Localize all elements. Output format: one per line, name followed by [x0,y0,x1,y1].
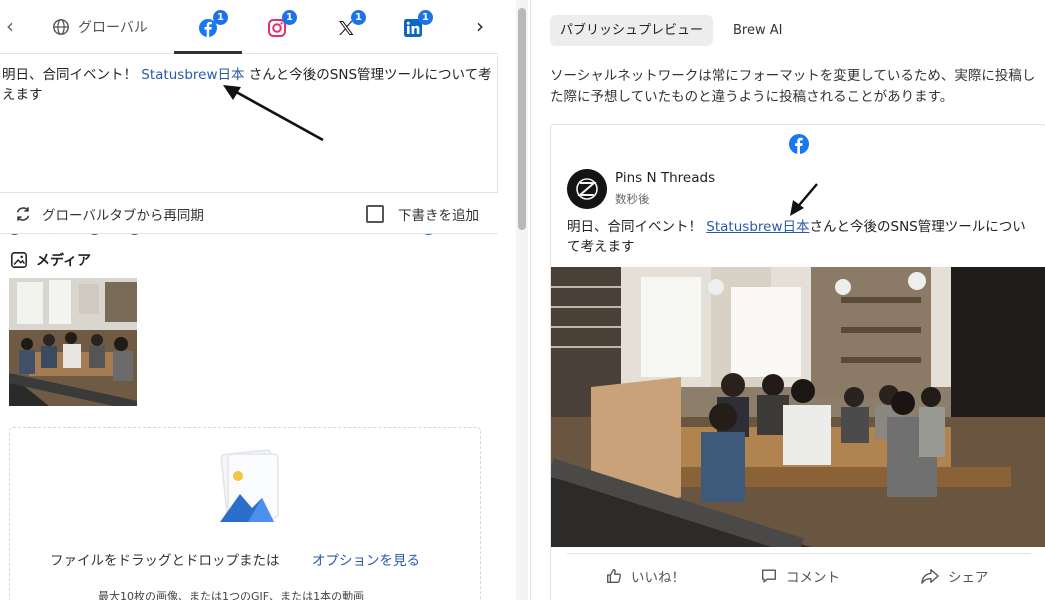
thumbs-up-icon [607,569,622,583]
x-badge: 1 [351,10,366,25]
page-avatar [567,169,607,209]
facebook-badge: 1 [213,10,228,25]
add-draft-checkbox[interactable] [366,205,384,223]
dropzone-text: ファイルをドラッグとドロップまたは [50,553,280,569]
sync-icon [16,207,30,221]
media-dropzone[interactable]: ファイルをドラッグとドロップまたは オプションを見る 最大10枚の画像、または1… [9,427,481,600]
post-editor[interactable]: 明日、合同イベント！ Statusbrew日本 さんと今後のSNS管理ツールにつ… [0,56,498,235]
editor-text-before: 明日、合同イベント！ [2,67,142,83]
composer-window: ‹ グローバル 1 1 1 1 › 明日、合同イベント！ Statusbrew日… [0,0,1045,600]
view-options-link[interactable]: オプションを見る [312,549,420,569]
editor-mention[interactable]: Statusbrew日本 [141,67,244,83]
share-label: シェア [948,570,989,586]
post-editor-text[interactable]: 明日、合同イベント！ Statusbrew日本 さんと今後のSNS管理ツールにつ… [2,65,496,105]
globe-icon [53,19,69,35]
post-image [551,267,1045,547]
page-name: Pins N Threads [615,170,716,186]
tab-global-label: グローバル [78,20,148,36]
post-actions-bar: いいね！ コメント シェア [567,553,1031,593]
upload-illustration-icon [210,444,290,524]
tab-linkedin[interactable]: 1 [400,10,433,41]
like-button[interactable]: いいね！ [605,566,685,586]
resync-label: グローバルタブから再同期 [42,208,204,224]
tab-facebook[interactable]: 1 [195,10,228,41]
network-tabs: ‹ グローバル 1 1 1 1 › [0,0,498,54]
dropzone-limit-text: 最大10枚の画像、または1つのGIF、または1本の動画 [98,590,365,600]
comment-label: コメント [786,570,840,586]
tabs-scroll-left-button[interactable]: ‹ [0,14,22,38]
preview-description: ソーシャルネットワークは常にフォーマットを変更しているため、実際に投稿した際に予… [550,68,1036,105]
tab-instagram[interactable]: 1 [264,10,297,41]
post-timestamp: 数秒後 [615,192,650,206]
resync-global-button[interactable]: グローバルタブから再同期 [14,204,204,224]
add-draft-toggle[interactable]: 下書きを追加 [366,204,479,224]
tab-global[interactable]: グローバル [52,13,148,41]
image-icon [11,252,27,268]
media-title-label: メディア [36,253,92,269]
tab-brew-ai[interactable]: Brew AI [733,15,782,46]
comment-button[interactable]: コメント [760,566,840,586]
composer-pane: ‹ グローバル 1 1 1 1 › 明日、合同イベント！ Statusbrew日… [0,0,515,600]
media-thumbnail[interactable] [9,278,137,406]
linkedin-badge: 1 [418,10,433,25]
post-text-before: 明日、合同イベント！ [567,219,707,235]
add-draft-label: 下書きを追加 [398,208,479,224]
facebook-preview-card: Pins N Threads 数秒後 明日、合同イベント！ Statusbrew… [550,124,1045,600]
sync-row: グローバルタブから再同期 下書きを追加 [0,192,498,234]
preview-post-text: 明日、合同イベント！ Statusbrew日本さんと今後のSNS管理ツールについ… [567,217,1037,257]
comment-icon [762,569,776,583]
active-tab-indicator [174,51,242,54]
composer-scrollbar[interactable] [516,0,528,600]
share-arrow-icon [921,569,939,584]
media-section-title: メディア [10,250,91,270]
like-label: いいね！ [631,570,685,586]
tab-publish-preview[interactable]: パブリッシュプレビュー [550,15,714,46]
facebook-icon [789,134,809,154]
tab-x[interactable]: 1 [333,10,366,41]
share-button[interactable]: シェア [920,566,989,586]
tabs-scroll-right-button[interactable]: › [468,14,492,38]
preview-pane: パブリッシュプレビュー Brew AI ソーシャルネットワークは常にフォーマット… [531,0,1045,600]
post-mention-link[interactable]: Statusbrew日本 [706,219,809,235]
instagram-badge: 1 [282,10,297,25]
scrollbar-thumb[interactable] [518,8,526,230]
